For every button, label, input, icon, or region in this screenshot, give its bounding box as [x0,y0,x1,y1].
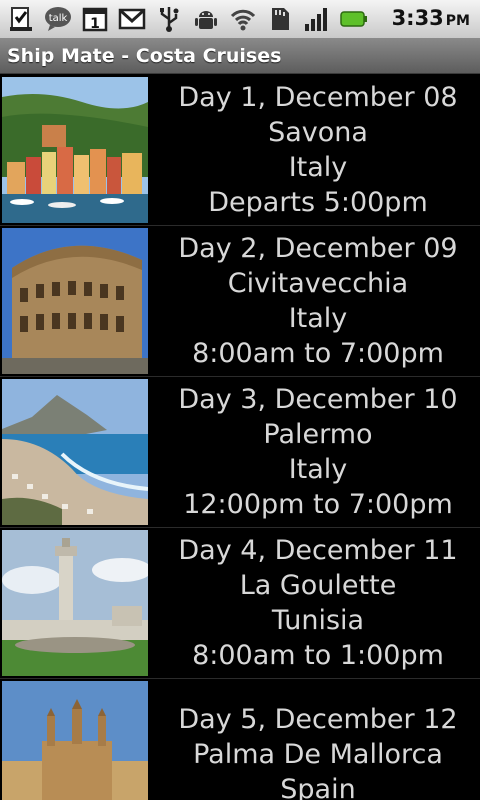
itinerary-day: Day 5, December 12 [178,703,458,735]
android-debug-icon [191,4,221,34]
itinerary-day: Day 1, December 08 [178,82,458,113]
itinerary-time: 12:00pm to 7:00pm [183,489,453,520]
itinerary-time: 8:00am to 1:00pm [192,640,444,671]
clock-time: 3:33 [391,6,444,30]
itinerary-country: Italy [288,303,348,334]
itinerary-port: Savona [268,117,368,148]
calendar-icon: 1 [80,4,110,34]
talk-icon: talk [43,4,73,34]
itinerary-list[interactable]: Day 1, December 08 Savona Italy Departs … [0,75,480,800]
battery-icon [339,4,369,34]
la-goulette-tower-photo [2,530,148,676]
svg-text:talk: talk [49,13,68,24]
itinerary-country: Italy [288,454,348,485]
itinerary-day: Day 2, December 09 [178,233,458,264]
itinerary-time: Departs 5:00pm [208,187,428,218]
itinerary-country: Italy [288,152,348,183]
itinerary-port: Palma De Mallorca [193,738,443,770]
itinerary-country: Tunisia [271,605,365,636]
itinerary-details: Day 3, December 10 Palermo Italy 12:00pm… [148,382,480,522]
itinerary-details: Day 2, December 09 Civitavecchia Italy 8… [148,231,480,371]
wifi-icon [228,4,258,34]
app-title: Ship Mate - Costa Cruises [7,44,282,67]
list-item[interactable]: Day 1, December 08 Savona Italy Departs … [0,75,480,226]
itinerary-port: Civitavecchia [227,268,409,299]
usb-icon [154,4,184,34]
status-bar[interactable]: talk 1 3:33 PM [0,0,480,38]
itinerary-day: Day 3, December 10 [178,384,458,415]
sd-card-icon [265,4,295,34]
svg-text:1: 1 [90,16,100,32]
checklist-download-icon [6,4,36,34]
list-item[interactable]: Day 4, December 11 La Goulette Tunisia 8… [0,528,480,679]
portofino-harbor-photo [2,77,148,223]
itinerary-country: Spain [280,773,356,800]
clock[interactable]: 3:33 PM [392,6,470,30]
clock-ampm: PM [445,13,470,29]
palermo-coast-photo [2,379,148,525]
colosseum-photo [2,228,148,374]
itinerary-details: Day 4, December 11 La Goulette Tunisia 8… [148,533,480,673]
itinerary-time: 8:00am to 7:00pm [192,338,444,369]
list-item[interactable]: Day 2, December 09 Civitavecchia Italy 8… [0,226,480,377]
signal-icon [302,4,332,34]
itinerary-port: Palermo [263,419,373,450]
itinerary-details: Day 1, December 08 Savona Italy Departs … [148,80,480,220]
itinerary-day: Day 4, December 11 [178,535,458,566]
app-title-bar: Ship Mate - Costa Cruises [0,38,480,74]
itinerary-port: La Goulette [239,570,397,601]
palma-cathedral-photo [2,681,148,800]
list-item[interactable]: Day 3, December 10 Palermo Italy 12:00pm… [0,377,480,528]
list-item[interactable]: Day 5, December 12 Palma De Mallorca Spa… [0,679,480,800]
itinerary-details: Day 5, December 12 Palma De Mallorca Spa… [148,702,480,800]
gmail-icon [117,4,147,34]
